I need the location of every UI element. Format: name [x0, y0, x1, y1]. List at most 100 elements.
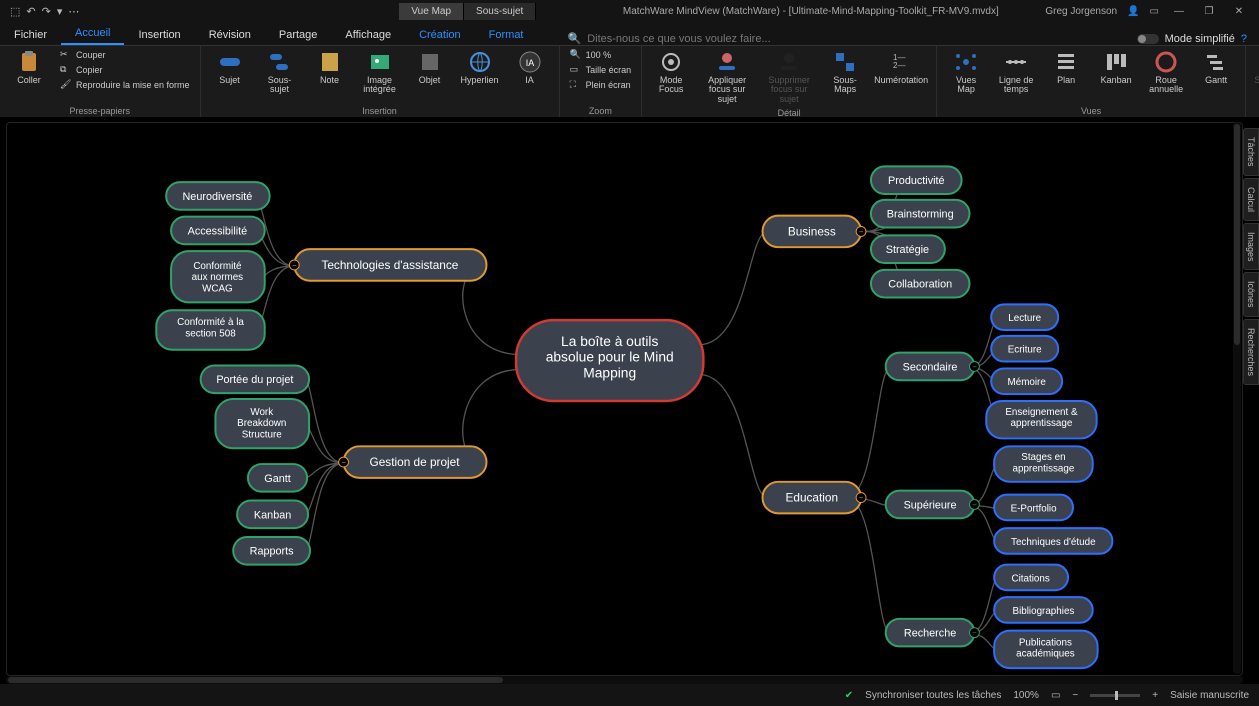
ribbon-options-icon[interactable]: ▭: [1150, 6, 1159, 17]
maximize-button[interactable]: ❐: [1199, 6, 1219, 17]
node-kanban[interactable]: Kanban: [237, 501, 308, 529]
context-tab-vue-map[interactable]: Vue Map: [399, 3, 464, 20]
edge-tab-calcul[interactable]: Calcul: [1243, 178, 1259, 221]
save-icon[interactable]: ⬚: [10, 5, 20, 18]
zoom-in-icon[interactable]: +: [1152, 690, 1158, 701]
mode-simplifie-toggle[interactable]: [1137, 34, 1159, 44]
horizontal-scrollbar[interactable]: [6, 676, 1243, 684]
svg-text:Supérieure: Supérieure: [904, 499, 957, 511]
kanban-button[interactable]: Kanban: [1093, 48, 1139, 87]
node-rapports[interactable]: Rapports: [233, 537, 310, 565]
plein-ecran-button[interactable]: ⛶Plein écran: [566, 78, 636, 92]
node-section508[interactable]: Conformité à lasection 508: [156, 310, 264, 349]
node-neurodiversite[interactable]: Neurodiversité: [166, 182, 270, 210]
node-gantt[interactable]: Gantt: [248, 464, 307, 492]
tab-format[interactable]: Format: [475, 25, 538, 45]
edge-tab-taches[interactable]: Tâches: [1243, 128, 1259, 176]
ligne-temps-button[interactable]: Ligne de temps: [993, 48, 1039, 97]
sous-sujet-button[interactable]: Sous-sujet: [257, 48, 303, 97]
node-stages[interactable]: Stages enapprentissage: [994, 446, 1093, 481]
sujet-button[interactable]: Sujet: [207, 48, 253, 87]
zoom-slider[interactable]: [1090, 694, 1140, 697]
roue-annuelle-button[interactable]: Roue annuelle: [1143, 48, 1189, 97]
node-brainstorming[interactable]: Brainstorming: [871, 200, 970, 228]
node-citations[interactable]: Citations: [994, 565, 1068, 591]
zoom-value[interactable]: 100%: [1013, 690, 1039, 701]
user-avatar-icon[interactable]: 👤: [1127, 6, 1139, 17]
node-bibliographies[interactable]: Bibliographies: [994, 597, 1093, 623]
help-icon[interactable]: ?: [1241, 33, 1247, 45]
tab-partage[interactable]: Partage: [265, 25, 332, 45]
node-business[interactable]: Business −: [763, 216, 867, 248]
minimize-button[interactable]: —: [1169, 6, 1189, 17]
mode-focus-button[interactable]: Mode Focus: [648, 48, 694, 97]
fit-screen-icon[interactable]: ▭: [1051, 690, 1060, 701]
taille-ecran-button[interactable]: ▭Taille écran: [566, 63, 636, 77]
context-tab-sous-sujet[interactable]: Sous-sujet: [464, 3, 536, 20]
tell-me-search[interactable]: 🔍 Dites-nous ce que vous voulez faire...: [568, 32, 771, 45]
redo-icon[interactable]: ↷: [42, 5, 51, 18]
node-portee[interactable]: Portée du projet: [201, 365, 309, 393]
node-accessibilite[interactable]: Accessibilité: [171, 217, 265, 245]
vues-map-button[interactable]: Vues Map: [943, 48, 989, 97]
node-collaboration[interactable]: Collaboration: [871, 270, 970, 298]
node-wbs[interactable]: WorkBreakdownStructure: [215, 399, 309, 448]
node-secondaire[interactable]: Secondaire−: [886, 353, 980, 381]
node-education[interactable]: Education −: [763, 482, 867, 514]
mindmap-canvas[interactable]: La boîte à outilsabsolue pour le MindMap…: [6, 122, 1243, 676]
plan-button[interactable]: Plan: [1043, 48, 1089, 87]
coller-button[interactable]: Coller: [6, 48, 52, 87]
gantt-button[interactable]: Gantt: [1193, 48, 1239, 87]
sync-icon[interactable]: ✔: [845, 690, 853, 701]
reproduire-button[interactable]: 🖌Reproduire la mise en forme: [56, 78, 194, 92]
node-techniques-etude[interactable]: Techniques d'étude: [994, 528, 1112, 554]
tab-accueil[interactable]: Accueil: [61, 23, 124, 45]
appliquer-focus-button[interactable]: Appliquer focus sur sujet: [698, 48, 756, 106]
fullscreen-icon: ⛶: [570, 79, 582, 91]
tab-insertion[interactable]: Insertion: [124, 25, 194, 45]
ia-button[interactable]: IAIA: [507, 48, 553, 87]
tab-affichage[interactable]: Affichage: [331, 25, 405, 45]
node-recherche[interactable]: Recherche−: [886, 619, 980, 647]
node-root[interactable]: La boîte à outilsabsolue pour le MindMap…: [516, 320, 703, 401]
edge-tab-recherches[interactable]: Recherches: [1243, 319, 1259, 385]
node-tech-assistance[interactable]: Technologies d'assistance −: [289, 249, 486, 281]
objet-button[interactable]: Objet: [407, 48, 453, 87]
close-button[interactable]: ✕: [1229, 6, 1249, 17]
undo-icon[interactable]: ↶: [26, 5, 35, 18]
tab-revision[interactable]: Révision: [195, 25, 265, 45]
saisie-manuscrite[interactable]: Saisie manuscrite: [1170, 690, 1249, 701]
zoom-out-icon[interactable]: −: [1072, 690, 1078, 701]
sync-label[interactable]: Synchroniser toutes les tâches: [865, 690, 1001, 701]
qat-dropdown-icon[interactable]: ▾: [57, 5, 63, 18]
couper-button[interactable]: ✂Couper: [56, 48, 194, 62]
edge-tab-icones[interactable]: Icônes: [1243, 272, 1259, 317]
file-menu[interactable]: Fichier: [0, 25, 61, 45]
sous-maps-button[interactable]: Sous- Maps: [822, 48, 868, 97]
supprimer-button[interactable]: Supprimer: [1252, 48, 1259, 87]
edge-tab-images[interactable]: Images: [1243, 223, 1259, 271]
node-strategie[interactable]: Stratégie: [871, 235, 945, 263]
zoom-pct-button[interactable]: 🔍100 %: [566, 48, 636, 62]
vertical-scrollbar[interactable]: [1233, 122, 1241, 674]
tab-creation[interactable]: Création: [405, 25, 475, 45]
qat-more-icon[interactable]: ⋯: [68, 5, 79, 18]
node-gestion-projet[interactable]: Gestion de projet −: [339, 446, 487, 478]
node-publications[interactable]: Publicationsacadémiques: [994, 631, 1097, 668]
user-name[interactable]: Greg Jorgenson: [1045, 6, 1117, 17]
node-wcag[interactable]: Conformitéaux normesWCAG: [171, 251, 265, 302]
node-ecriture[interactable]: Ecriture: [991, 336, 1058, 362]
node-lecture[interactable]: Lecture: [991, 304, 1058, 330]
node-memoire[interactable]: Mémoire: [991, 368, 1062, 394]
hyperlien-button[interactable]: Hyperlien: [457, 48, 503, 87]
node-eportfolio[interactable]: E-Portfolio: [994, 495, 1073, 521]
node-productivite[interactable]: Productivité: [871, 166, 962, 194]
node-superieure[interactable]: Supérieure−: [886, 491, 980, 519]
supprimer-focus-button[interactable]: Supprimer focus sur sujet: [760, 48, 818, 106]
image-integree-button[interactable]: Image intégrée: [357, 48, 403, 97]
copier-button[interactable]: ⧉Copier: [56, 63, 194, 77]
note-button[interactable]: Note: [307, 48, 353, 87]
numerotation-button[interactable]: 1—2—Numérotation: [872, 48, 930, 87]
node-enseignement[interactable]: Enseignement &apprentissage: [986, 401, 1096, 438]
svg-text:Enseignement &apprentissage: Enseignement &apprentissage: [1005, 407, 1078, 429]
